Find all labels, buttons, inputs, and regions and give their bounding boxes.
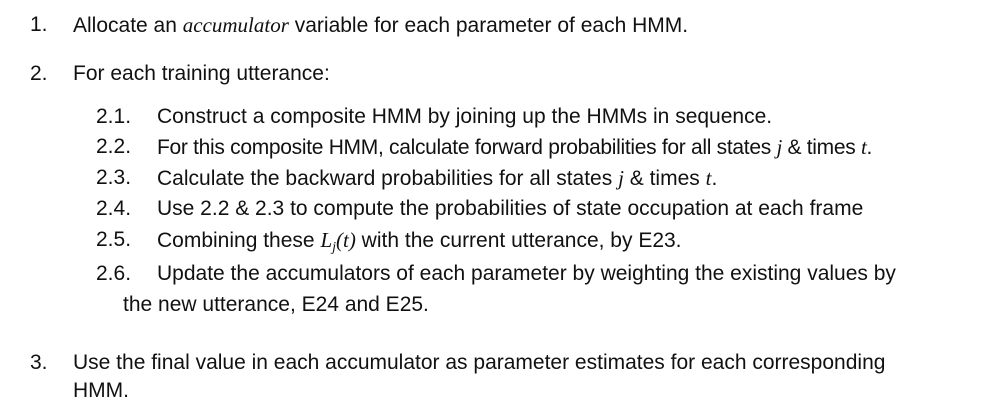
sublist-number-2-5: 2.5. <box>96 228 132 251</box>
list-item-1-text-after: variable for each parameter of each HMM. <box>288 14 689 37</box>
list-number-3: 3. <box>30 351 48 374</box>
sublist-number-2-6: 2.6. <box>96 262 132 285</box>
math-argument: (t) <box>336 228 356 252</box>
sublist-number-2-2: 2.2. <box>96 135 132 158</box>
sublist-item-2-4: Use 2.2 & 2.3 to compute the probabiliti… <box>157 197 864 220</box>
sublist-item-2-2-text: For this composite HMM, calculate forwar… <box>157 136 777 159</box>
sublist-item-2-5-text-after: with the current utterance, by E23. <box>355 229 682 252</box>
sublist-item-2-3: Calculate the backward probabilities for… <box>157 164 717 193</box>
sublist-item-2-5: Combining these Lj(t) with the current u… <box>157 226 682 262</box>
sublist-number-2-4: 2.4. <box>96 197 132 220</box>
list-number-2: 2. <box>30 62 48 85</box>
list-number-1: 1. <box>30 13 48 36</box>
math-L: L <box>320 228 333 252</box>
list-item-2: For each training utterance: <box>73 62 330 85</box>
sublist-number-2-3: 2.3. <box>96 166 132 189</box>
document: 1. Allocate an accumulator variable for … <box>0 0 1007 416</box>
sublist-item-2-2: For this composite HMM, calculate forwar… <box>157 133 872 162</box>
sublist-item-2-3-end: . <box>711 167 718 190</box>
list-item-1-text-before: Allocate an <box>73 14 183 37</box>
sublist-item-2-6-continuation: the new utterance, E24 and E25. <box>123 293 429 316</box>
sublist-item-2-1: Construct a composite HMM by joining up … <box>157 105 773 128</box>
sublist-item-2-3-mid: & times <box>623 167 706 190</box>
sublist-item-2-2-end: . <box>866 136 873 159</box>
sublist-item-2-2-mid: & times <box>781 136 861 159</box>
accumulator-emphasis: accumulator <box>182 13 289 37</box>
list-item-1: Allocate an accumulator variable for eac… <box>73 11 688 40</box>
sublist-number-2-1: 2.1. <box>96 105 132 128</box>
sublist-item-2-5-text-before: Combining these <box>157 229 321 252</box>
sublist-item-2-6: Update the accumulators of each paramete… <box>157 262 896 285</box>
list-item-3: Use the final value in each accumulator … <box>73 351 886 374</box>
list-item-3-continuation: HMM. <box>73 379 129 402</box>
sublist-item-2-3-text: Calculate the backward probabilities for… <box>157 167 619 190</box>
